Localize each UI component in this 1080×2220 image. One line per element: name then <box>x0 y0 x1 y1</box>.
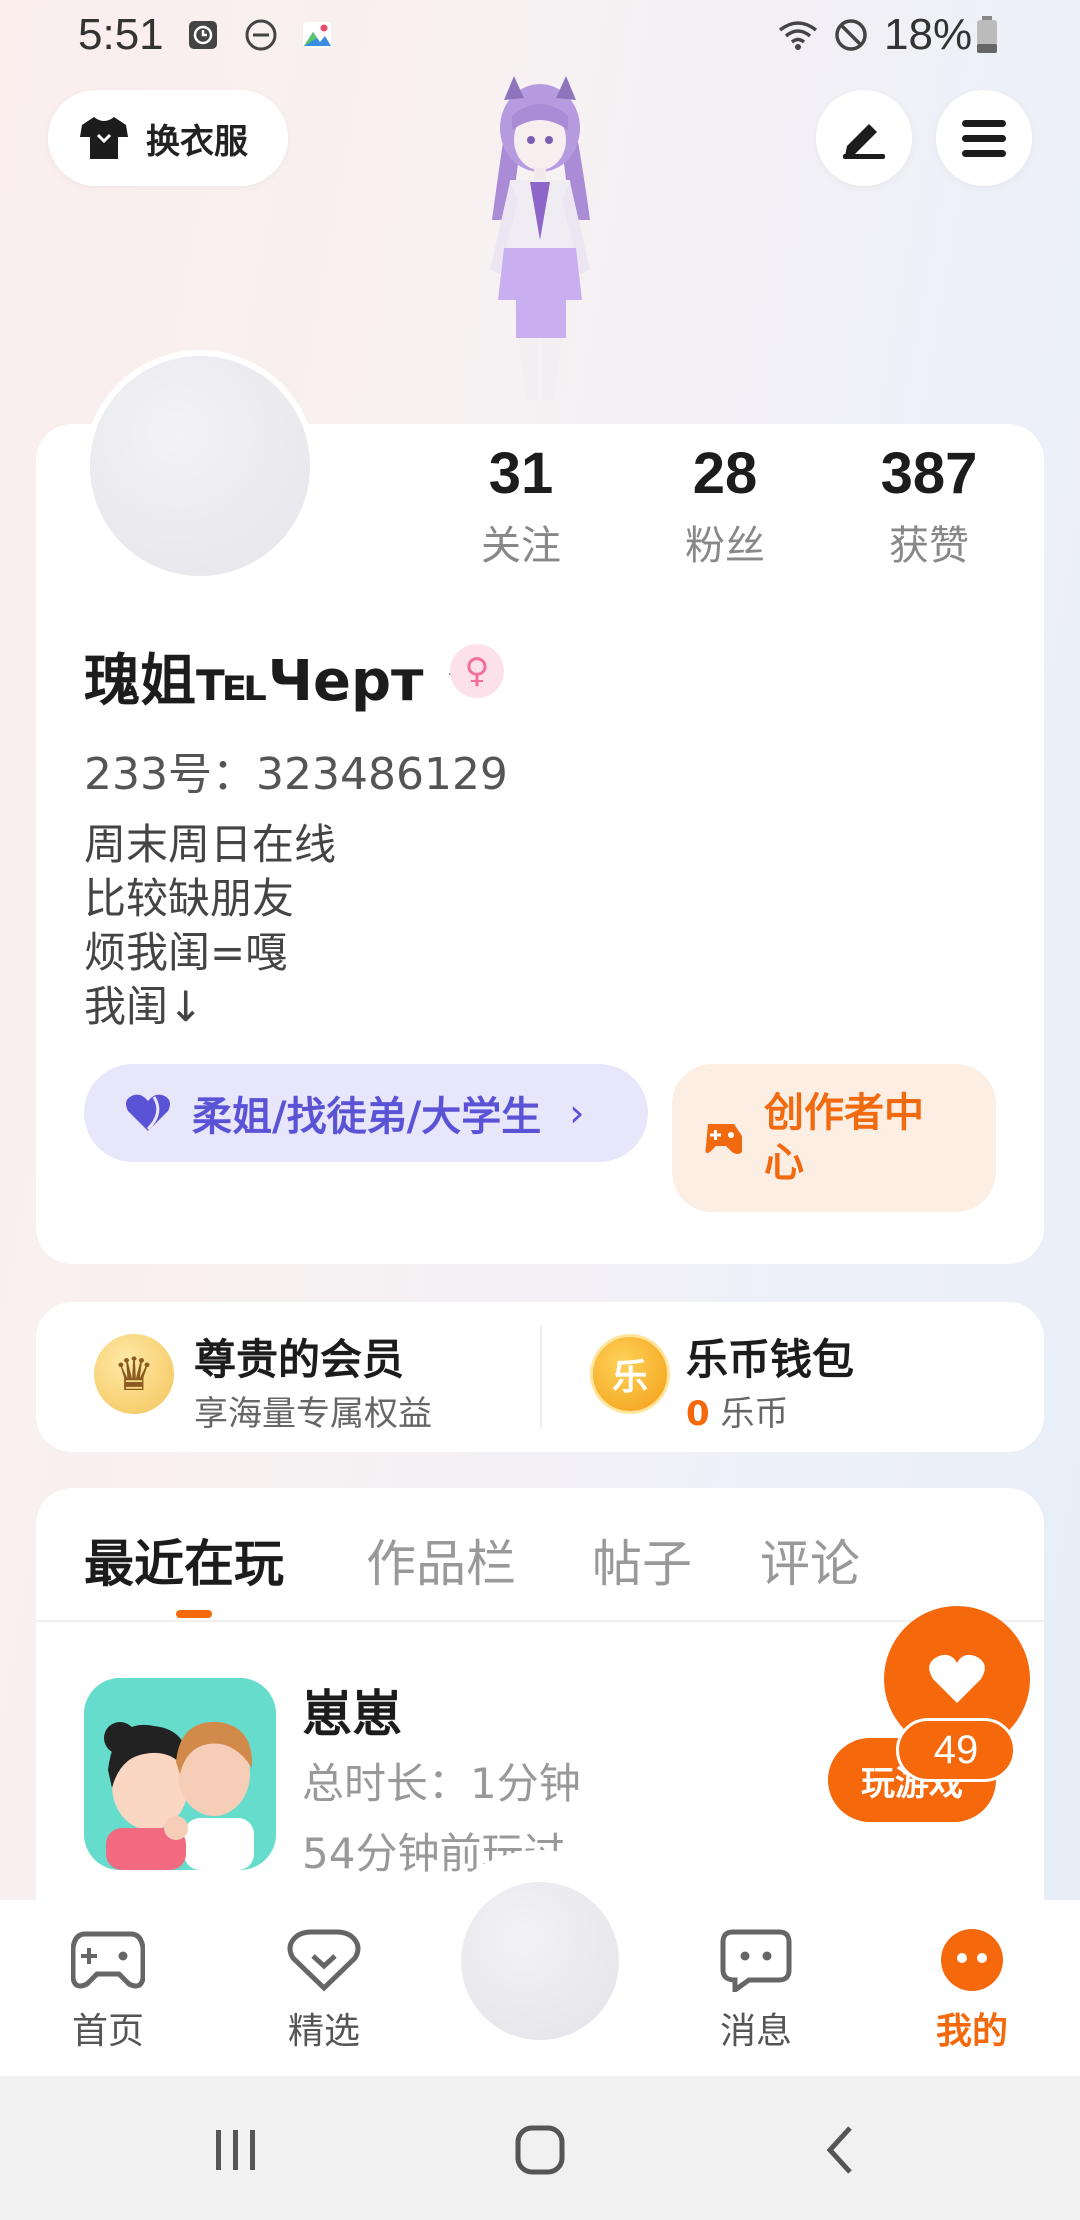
tab-comments[interactable]: 评论 <box>760 1524 860 1596</box>
user-id: 233号：323486129 <box>84 749 508 800</box>
status-bar: 5:51 18% <box>0 0 1080 76</box>
back-icon[interactable] <box>812 2120 872 2180</box>
menu-button[interactable] <box>936 90 1032 186</box>
crown-icon: ♛ <box>113 1347 155 1401</box>
dnd-icon <box>245 19 277 51</box>
lecoin-icon[interactable]: 乐 <box>590 1334 670 1414</box>
tag-pill-button[interactable]: 柔姐/找徒弟/大学生 › <box>84 1064 648 1162</box>
heart-icon <box>929 1654 985 1703</box>
tab-posts[interactable]: 帖子 <box>592 1524 692 1596</box>
tab-divider <box>36 1620 1044 1622</box>
tab-works[interactable]: 作品栏 <box>366 1524 516 1596</box>
female-gender-icon: ♀ <box>450 644 504 698</box>
hamburger-icon <box>962 120 1006 157</box>
nav-featured-label: 精选 <box>287 2011 360 2052</box>
pen-icon <box>843 124 885 159</box>
heart-icon <box>126 1094 170 1131</box>
nav-me[interactable]: 我的 <box>902 1928 1042 2054</box>
wallet-balance: 0 乐币 <box>686 1386 788 1435</box>
nav-featured[interactable]: 精选 <box>254 1928 394 2054</box>
tab-indicator <box>176 1610 212 1618</box>
game-duration: 总时长：1分钟 <box>302 1759 581 1808</box>
chat-icon <box>720 1929 792 1995</box>
bio: 周末周日在线 比较缺朋友 烦我闺=嘎 我闺↓ <box>84 818 336 1034</box>
system-nav-bar <box>0 2076 1080 2220</box>
nav-center-avatar[interactable] <box>455 1876 625 2046</box>
vip-title[interactable]: 尊贵的会员 <box>194 1326 404 1387</box>
username: 瑰姐℡Черт ^ <box>84 649 490 714</box>
battery-percent: 18% <box>884 10 973 59</box>
wifi-icon <box>778 21 818 50</box>
vip-subtitle: 享海量专属权益 <box>194 1394 432 1434</box>
likes-label: 获赞 <box>889 523 969 569</box>
vip-wallet-card: ♛ 尊贵的会员 享海量专属权益 乐 乐币钱包 0 乐币 <box>36 1302 1044 1452</box>
status-time: 5:51 <box>78 10 164 59</box>
bio-line: 比较缺朋友 <box>84 874 295 923</box>
wallet-unit: 乐币 <box>720 1394 789 1434</box>
followers-count: 28 <box>692 441 758 506</box>
profile-avatar[interactable] <box>84 350 316 582</box>
bottom-nav: 首页 精选 消息 我的 <box>0 1850 1080 2076</box>
clock-notification-icon <box>189 21 217 49</box>
no-signal-icon <box>835 19 867 51</box>
change-outfit-button[interactable]: 换衣服 <box>48 90 288 186</box>
creator-gamepad-icon <box>705 1124 742 1154</box>
likes-count: 387 <box>880 441 978 506</box>
wallet-amount: 0 <box>686 1394 710 1434</box>
wallet-title[interactable]: 乐币钱包 <box>686 1326 854 1387</box>
bio-line: 烦我闺=嘎 <box>84 928 288 977</box>
tag-pill-label: 柔姐/找徒弟/大学生 <box>192 1094 542 1140</box>
tab-recent-play[interactable]: 最近在玩 <box>84 1524 284 1596</box>
lecoin-glyph: 乐 <box>611 1357 648 1398</box>
heart-box-icon <box>287 1929 361 1992</box>
stat-likes[interactable]: 387 获赞 <box>844 440 1014 571</box>
vip-crown-badge[interactable]: ♛ <box>94 1334 174 1414</box>
bio-line: 我闺↓ <box>84 982 204 1031</box>
creator-center-label: 创作者中心 <box>764 1090 924 1186</box>
recent-apps-icon[interactable] <box>206 2120 266 2180</box>
change-outfit-label: 换衣服 <box>146 121 248 162</box>
chevron-right-icon: › <box>569 1091 585 1135</box>
creator-center-button[interactable]: 创作者中心 <box>672 1064 996 1212</box>
edit-profile-button[interactable] <box>816 90 912 186</box>
home-icon[interactable] <box>510 2120 570 2180</box>
stat-following[interactable]: 31 关注 <box>436 440 606 571</box>
game-title: 崽崽 <box>302 1685 402 1743</box>
nav-messages[interactable]: 消息 <box>686 1928 826 2054</box>
followers-label: 粉丝 <box>685 523 765 569</box>
nav-messages-label: 消息 <box>719 2011 792 2052</box>
avatar-character[interactable] <box>430 70 650 430</box>
nav-me-label: 我的 <box>935 2011 1008 2052</box>
gallery-icon <box>303 22 331 48</box>
like-count-badge: 49 <box>896 1718 1016 1782</box>
profile-icon <box>941 1929 1003 1991</box>
following-count: 31 <box>488 441 554 506</box>
following-label: 关注 <box>481 523 561 569</box>
nav-home[interactable]: 首页 <box>38 1928 178 2054</box>
battery-icon <box>977 16 997 53</box>
stat-followers[interactable]: 28 粉丝 <box>640 440 810 571</box>
tshirt-icon <box>80 117 128 159</box>
bio-line: 周末周日在线 <box>84 820 337 869</box>
nav-home-label: 首页 <box>71 2011 144 2052</box>
card-divider <box>540 1326 542 1428</box>
game-icon[interactable] <box>84 1678 276 1870</box>
game-cover-art <box>84 1678 276 1870</box>
gamepad-icon <box>70 1931 146 1989</box>
